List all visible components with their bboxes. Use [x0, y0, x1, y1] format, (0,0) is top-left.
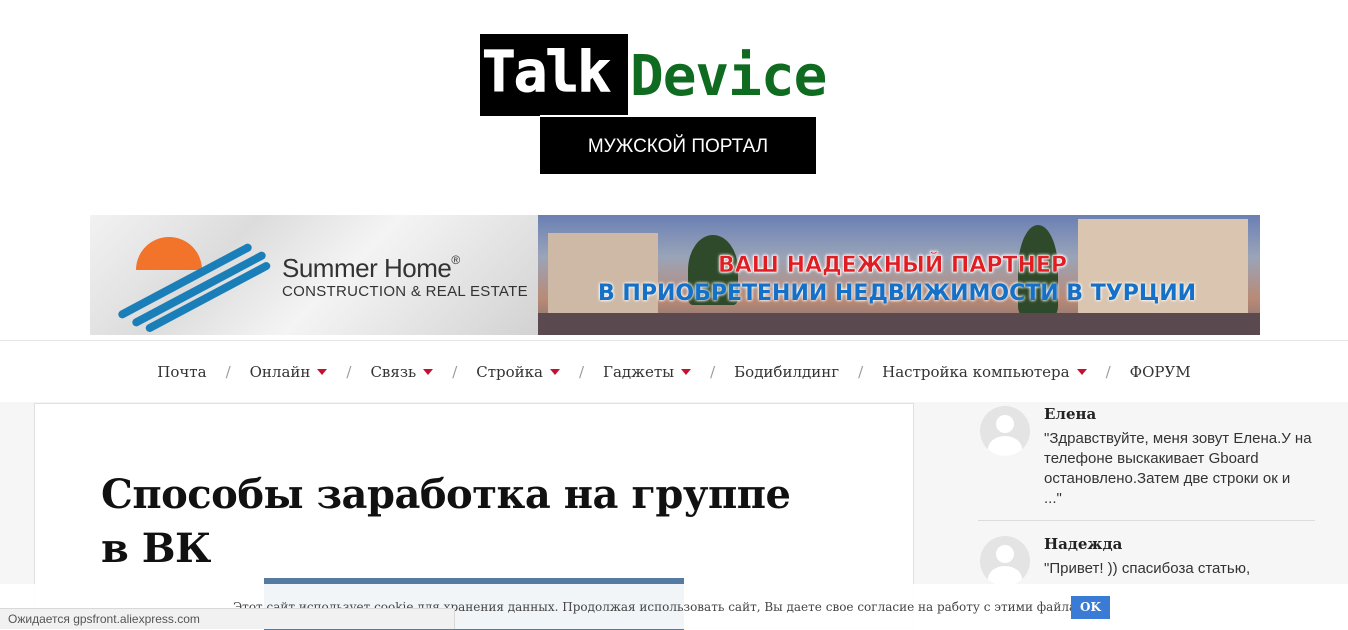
nav-separator: /: [578, 363, 585, 381]
caret-down-icon: [549, 369, 560, 375]
nav-item-4[interactable]: Гаджеты: [591, 363, 703, 381]
nav-item-label: Гаджеты: [603, 363, 675, 381]
nav-item-label: Онлайн: [249, 363, 311, 381]
site-logo[interactable]: Talk Device МУЖСКОЙ ПОРТАЛ: [480, 34, 872, 176]
nav-item-7[interactable]: ФОРУМ: [1118, 363, 1203, 381]
logo-subtitle: МУЖСКОЙ ПОРТАЛ: [540, 115, 816, 174]
ad-brand-name: Summer Home®: [282, 253, 460, 283]
nav-item-3[interactable]: Стройка: [464, 363, 572, 381]
caret-down-icon: [423, 369, 434, 375]
nav-separator: /: [225, 363, 231, 381]
caret-down-icon: [317, 369, 328, 375]
nav-item-label: Настройка компьютера: [882, 363, 1070, 381]
avatar: [980, 536, 1030, 586]
nav-item-1[interactable]: Онлайн: [238, 363, 340, 381]
nav-item-label: Почта: [157, 363, 207, 381]
article-title: Способы заработка на группе в ВК: [101, 471, 791, 572]
nav-separator: /: [1105, 363, 1111, 381]
ad-banner-brand-panel: Summer Home® CONSTRUCTION & REAL ESTATE: [90, 215, 538, 335]
nav-item-5[interactable]: Бодибилдинг: [722, 363, 851, 381]
site-header: Talk Device МУЖСКОЙ ПОРТАЛ: [0, 0, 1348, 215]
caret-down-icon: [681, 369, 692, 375]
comment-text[interactable]: "Здравствуйте, меня зовут Елена.У на тел…: [1044, 429, 1312, 509]
comment-author[interactable]: Елена: [1044, 405, 1096, 423]
nav-item-0[interactable]: Почта: [145, 363, 218, 381]
comment-author[interactable]: Надежда: [1044, 535, 1122, 553]
ad-banner[interactable]: Summer Home® CONSTRUCTION & REAL ESTATE …: [90, 215, 1260, 335]
caret-down-icon: [1076, 369, 1087, 375]
nav-separator: /: [346, 363, 352, 381]
nav-item-2[interactable]: Связь: [358, 363, 445, 381]
nav-menu: Почта / Онлайн / Связь / Стройка / Гаджеты / Бодиб…: [0, 341, 1348, 403]
nav-item-label: Связь: [370, 363, 417, 381]
main-navigation: Почта / Онлайн / Связь / Стройка / Гаджеты / Бодиб…: [0, 340, 1348, 402]
browser-status-bar: Ожидается gpsfront.aliexpress.com: [0, 608, 455, 629]
ad-brand-subtitle: CONSTRUCTION & REAL ESTATE: [282, 283, 528, 300]
nav-separator: /: [452, 363, 458, 381]
logo-talk-text: Talk: [482, 40, 612, 106]
ad-banner-photo: ВАШ НАДЕЖНЫЙ ПАРТНЕР В ПРИОБРЕТЕНИИ НЕДВ…: [538, 215, 1260, 335]
comment-text[interactable]: "Привет! )) спасибоза статью,: [1044, 559, 1312, 579]
nav-item-label: ФОРУМ: [1129, 363, 1191, 381]
avatar: [980, 406, 1030, 456]
nav-item-label: Стройка: [476, 363, 543, 381]
nav-separator: /: [858, 363, 864, 381]
ad-promo-line1: ВАШ НАДЕЖНЫЙ ПАРТНЕР: [718, 253, 1068, 279]
ad-promo-line2: В ПРИОБРЕТЕНИИ НЕДВИЖИМОСТИ В ТУРЦИИ: [598, 281, 1197, 306]
nav-separator: /: [710, 363, 716, 381]
comment-divider: [978, 520, 1315, 521]
cookie-accept-button[interactable]: OK: [1071, 596, 1110, 619]
nav-item-label: Бодибилдинг: [734, 363, 840, 381]
nav-item-6[interactable]: Настройка компьютера: [870, 363, 1098, 381]
logo-device-text: Device: [630, 44, 827, 109]
